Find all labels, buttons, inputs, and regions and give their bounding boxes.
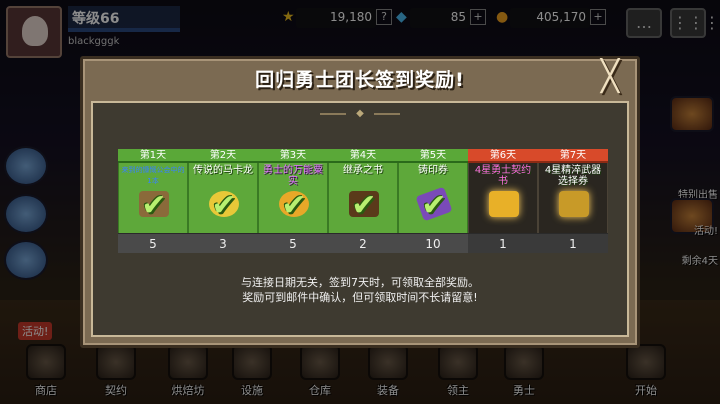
close-button[interactable]: ╳ [595, 62, 625, 93]
day-list: 第1天 来到的慷慨公会中的1本 ✔ 5 第2天 传说的马卡龙 ✔ 3 第3天 勇… [118, 149, 608, 255]
check-icon: ✔ [421, 188, 447, 223]
day-body: 继承之书 ✔ [328, 163, 398, 233]
day-label: 第7天 [538, 149, 608, 163]
reward-name: 继承之书 [343, 165, 383, 176]
day-card-1[interactable]: 第1天 来到的慷慨公会中的1本 ✔ 5 [118, 149, 188, 255]
day-card-2[interactable]: 第2天 传说的马卡龙 ✔ 3 [188, 149, 258, 255]
reward-name: 铸印券 [418, 165, 448, 176]
reward-count: 5 [118, 233, 188, 253]
day-body: 4星勇士契约书 [468, 163, 538, 233]
reward-count: 3 [188, 233, 258, 253]
weapon-ticket-icon [559, 191, 589, 217]
reward-item [559, 191, 589, 217]
day-body: 铸印券 ✔ [398, 163, 468, 233]
checkin-reward-dialog: 回归勇士团长签到奖励! ╳ ◆ 第1天 来到的慷慨公会中的1本 ✔ 5 第2天 … [80, 56, 640, 348]
day-label: 第4天 [328, 149, 398, 163]
contract-scroll-icon [489, 191, 519, 217]
reward-name: 4星勇士契约书 [474, 165, 532, 187]
day-label: 第3天 [258, 149, 328, 163]
check-icon: ✔ [141, 188, 167, 223]
day-label: 第1天 [118, 149, 188, 163]
reward-count: 1 [468, 233, 538, 253]
day-label: 第6天 [468, 149, 538, 163]
reward-name: 4星精淬武器选择券 [544, 165, 602, 187]
day-card-7[interactable]: 第7天 4星精淬武器选择券 1 [538, 149, 608, 255]
day-body: 4星精淬武器选择券 [538, 163, 608, 233]
check-icon: ✔ [351, 188, 377, 223]
reward-count: 1 [538, 233, 608, 253]
reward-count: 10 [398, 233, 468, 253]
day-body: 传说的马卡龙 ✔ [188, 163, 258, 233]
ornament-divider: ◆ [320, 109, 400, 119]
day-card-5[interactable]: 第5天 铸印券 ✔ 10 [398, 149, 468, 255]
day-label: 第5天 [398, 149, 468, 163]
dialog-header: 回归勇士团长签到奖励! ╳ [83, 59, 637, 97]
day-card-3[interactable]: 第3天 勇士的万能粟实 ✔ 5 [258, 149, 328, 255]
reward-name: 来到的慷慨公会中的1本 [121, 166, 185, 185]
notice-line-2: 奖励可到邮件中确认，但可领取时间不长请留意! [242, 291, 478, 304]
check-icon: ✔ [211, 188, 237, 223]
dialog-content: ◆ 第1天 来到的慷慨公会中的1本 ✔ 5 第2天 传说的马卡龙 ✔ 3 第3天… [91, 101, 629, 337]
check-icon: ✔ [281, 188, 307, 223]
day-body: 来到的慷慨公会中的1本 ✔ [118, 163, 188, 233]
reward-count: 5 [258, 233, 328, 253]
reward-item [489, 191, 519, 217]
day-body: 勇士的万能粟实 ✔ [258, 163, 328, 233]
day-card-4[interactable]: 第4天 继承之书 ✔ 2 [328, 149, 398, 255]
notice-line-1: 与连接日期无关，签到7天时，可领取全部奖励。 [241, 276, 479, 289]
day-label: 第2天 [188, 149, 258, 163]
dialog-title: 回归勇士团长签到奖励! [255, 69, 465, 91]
notice-text: 与连接日期无关，签到7天时，可领取全部奖励。 奖励可到邮件中确认，但可领取时间不… [93, 275, 627, 305]
reward-count: 2 [328, 233, 398, 253]
reward-name: 勇士的万能粟实 [263, 165, 323, 187]
reward-name: 传说的马卡龙 [193, 165, 253, 176]
day-card-6[interactable]: 第6天 4星勇士契约书 1 [468, 149, 538, 255]
